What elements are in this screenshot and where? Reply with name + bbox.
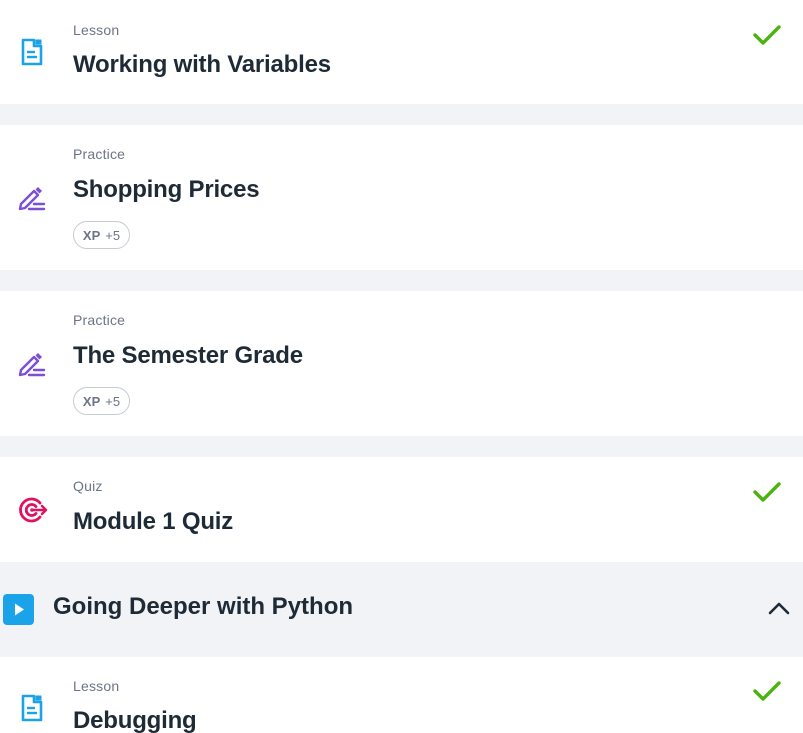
course-item-working-with-variables[interactable]: Lesson Working with Variables bbox=[0, 0, 803, 104]
course-item-shopping-prices[interactable]: Practice Shopping Prices XP +5 bbox=[0, 125, 803, 270]
lesson-document-icon bbox=[21, 694, 43, 722]
item-title: The Semester Grade bbox=[73, 342, 303, 369]
xp-value: +5 bbox=[105, 227, 121, 243]
check-icon bbox=[753, 25, 781, 45]
xp-label: XP bbox=[82, 393, 101, 409]
item-title: Working with Variables bbox=[73, 51, 331, 78]
xp-badge: XP +5 bbox=[73, 221, 130, 249]
item-kind-label: Lesson bbox=[73, 22, 120, 38]
item-kind-label: Quiz bbox=[73, 478, 103, 494]
course-item-module-1-quiz[interactable]: Quiz Module 1 Quiz bbox=[0, 457, 803, 562]
item-title: Shopping Prices bbox=[73, 176, 260, 203]
chevron-up-icon[interactable] bbox=[768, 600, 790, 616]
course-outline: Lesson Working with Variables Practice S… bbox=[0, 0, 803, 733]
course-item-debugging[interactable]: Lesson Debugging bbox=[0, 657, 803, 733]
quiz-target-icon bbox=[19, 497, 48, 523]
section-title: Going Deeper with Python bbox=[53, 593, 354, 620]
item-title: Module 1 Quiz bbox=[73, 508, 234, 535]
practice-pencil-icon bbox=[18, 187, 46, 211]
practice-pencil-icon bbox=[18, 353, 46, 377]
section-header-going-deeper-with-python[interactable]: Going Deeper with Python bbox=[0, 562, 803, 657]
lesson-document-icon bbox=[21, 38, 43, 66]
item-kind-label: Practice bbox=[73, 146, 126, 162]
check-icon bbox=[753, 681, 781, 701]
play-icon bbox=[3, 594, 34, 625]
item-title: Debugging bbox=[73, 707, 197, 733]
check-icon bbox=[753, 482, 781, 502]
course-item-the-semester-grade[interactable]: Practice The Semester Grade XP +5 bbox=[0, 291, 803, 436]
xp-badge: XP +5 bbox=[73, 387, 130, 415]
item-kind-label: Lesson bbox=[73, 678, 120, 694]
item-kind-label: Practice bbox=[73, 312, 126, 328]
xp-label: XP bbox=[82, 227, 101, 243]
xp-value: +5 bbox=[105, 393, 121, 409]
